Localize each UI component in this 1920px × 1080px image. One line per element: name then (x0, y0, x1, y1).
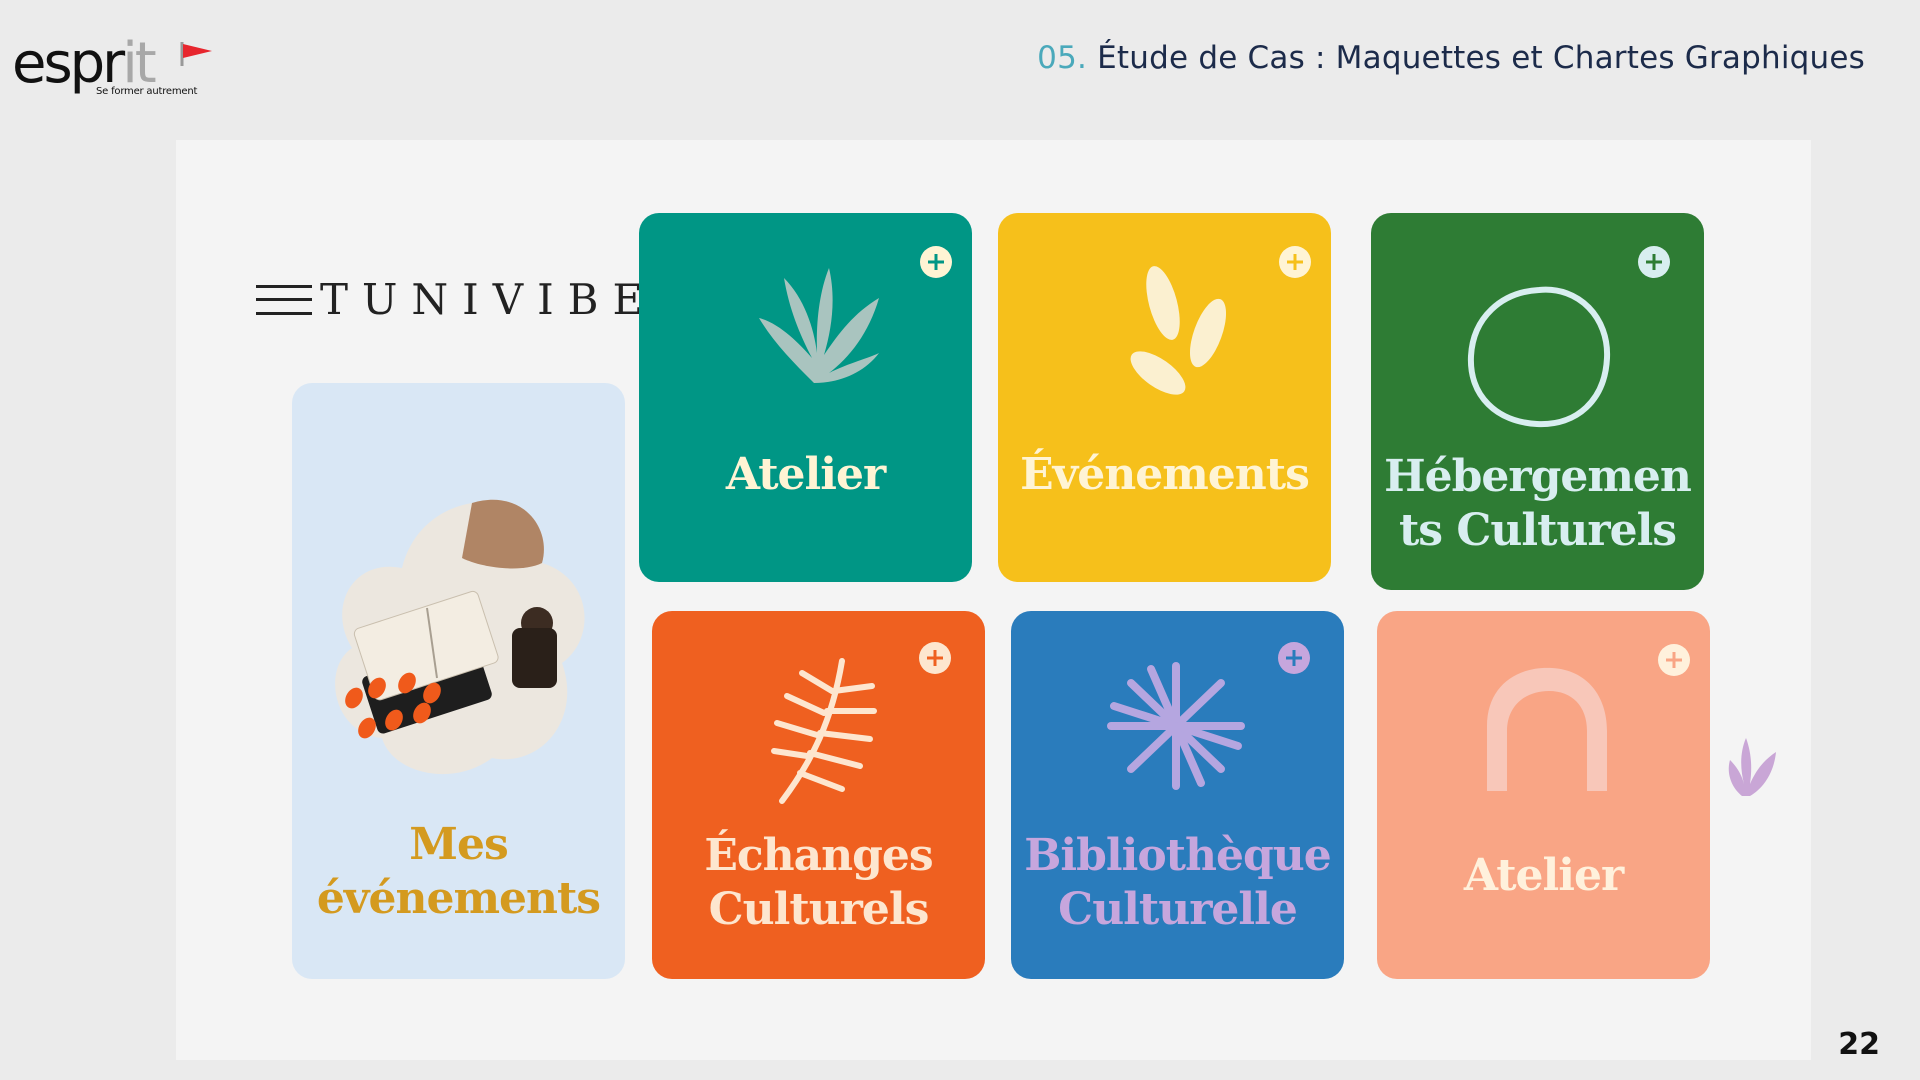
card-mes-evenements[interactable]: Mes événements (292, 383, 625, 979)
card-label-line2: Culturelle (1058, 884, 1298, 935)
plus-icon[interactable] (1657, 643, 1691, 677)
plus-icon[interactable] (1637, 245, 1671, 279)
card-label: Atelier (725, 449, 886, 500)
section-number: 05. (1037, 40, 1088, 76)
fern-icon (771, 658, 877, 804)
card-label-line1: Échanges (704, 830, 933, 881)
plus-icon[interactable] (918, 641, 952, 675)
brand-header: TUNIVIBE (256, 275, 657, 324)
circle-icon (1467, 286, 1611, 428)
plus-icon[interactable] (919, 245, 953, 279)
flag-icon (180, 42, 212, 66)
card-label: Atelier (1463, 850, 1624, 901)
brand-name: TUNIVIBE (320, 275, 658, 324)
card-label: Événements (1020, 449, 1310, 500)
logo-wordmark: esprit (12, 31, 157, 96)
app-mockup: TUNIVIBE Mes événements Atelier Événemen… (176, 140, 1811, 1060)
page-number: 22 (1838, 1027, 1880, 1062)
esprit-logo: esprit Se former autrement (12, 36, 212, 106)
card-label-line1: Bibliothèque (1024, 830, 1332, 881)
card-label-line2: événements (316, 873, 601, 924)
leaves-icon (1130, 266, 1227, 395)
card-label-line1: Hébergemen (1384, 451, 1692, 502)
section-title: Étude de Cas : Maquettes et Chartes Grap… (1087, 40, 1865, 76)
seaweed-icon (759, 268, 879, 383)
card-hebergements-culturels[interactable]: Hébergemen ts Culturels (1371, 213, 1704, 590)
card-echanges-culturels[interactable]: Échanges Culturels (652, 611, 985, 979)
logo-tagline: Se former autrement (96, 86, 198, 97)
menu-icon[interactable] (256, 283, 312, 317)
card-bibliotheque-culturelle[interactable]: Bibliothèque Culturelle (1011, 611, 1344, 979)
starburst-icon (1107, 662, 1245, 790)
card-label-line2: ts Culturels (1398, 505, 1677, 556)
card-evenements[interactable]: Événements (998, 213, 1331, 582)
card-label-line2: Culturels (708, 884, 930, 935)
decorative-leaf-icon (1728, 738, 1776, 796)
slide-title: 05. Étude de Cas : Maquettes et Chartes … (1037, 40, 1865, 76)
plus-icon[interactable] (1278, 245, 1312, 279)
arch-icon (1487, 667, 1607, 791)
card-atelier-2[interactable]: Atelier (1377, 611, 1710, 979)
reading-photo-icon (335, 499, 585, 775)
card-label-line1: Mes (409, 819, 508, 870)
plus-icon[interactable] (1277, 641, 1311, 675)
card-atelier[interactable]: Atelier (639, 213, 972, 582)
